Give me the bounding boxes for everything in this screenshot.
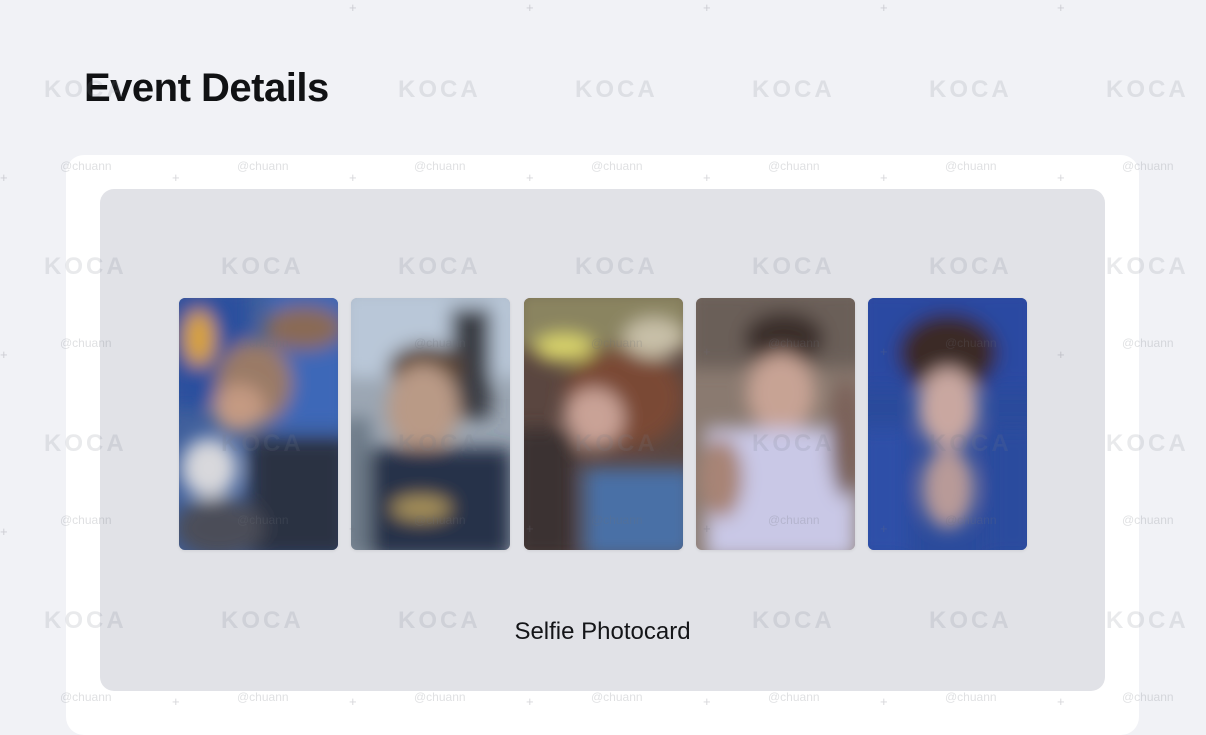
photocard-5[interactable]: [868, 298, 1027, 550]
watermark-star-icon: +: [349, 0, 357, 15]
watermark-star-icon: +: [880, 0, 888, 15]
photocard-4[interactable]: [696, 298, 855, 550]
watermark-logo: KOCA: [929, 76, 1012, 103]
watermark-logo: KOCA: [752, 76, 835, 103]
watermark-star-icon: +: [526, 0, 534, 15]
photocard-gallery: [179, 298, 1027, 550]
watermark-logo: KOCA: [575, 76, 658, 103]
photocard-3[interactable]: [524, 298, 683, 550]
watermark-logo: KOCA: [398, 76, 481, 103]
photocard-caption: Selfie Photocard: [514, 618, 691, 645]
photocard-1[interactable]: [179, 298, 338, 550]
watermark-star-icon: +: [0, 170, 8, 185]
watermark-logo: KOCA: [1106, 76, 1189, 103]
watermark-star-icon: +: [703, 0, 711, 15]
watermark-star-icon: +: [0, 524, 8, 539]
page-title: Event Details: [84, 66, 329, 110]
watermark-star-icon: +: [1057, 0, 1065, 15]
photocard-2[interactable]: [351, 298, 510, 550]
watermark-star-icon: +: [0, 347, 8, 362]
